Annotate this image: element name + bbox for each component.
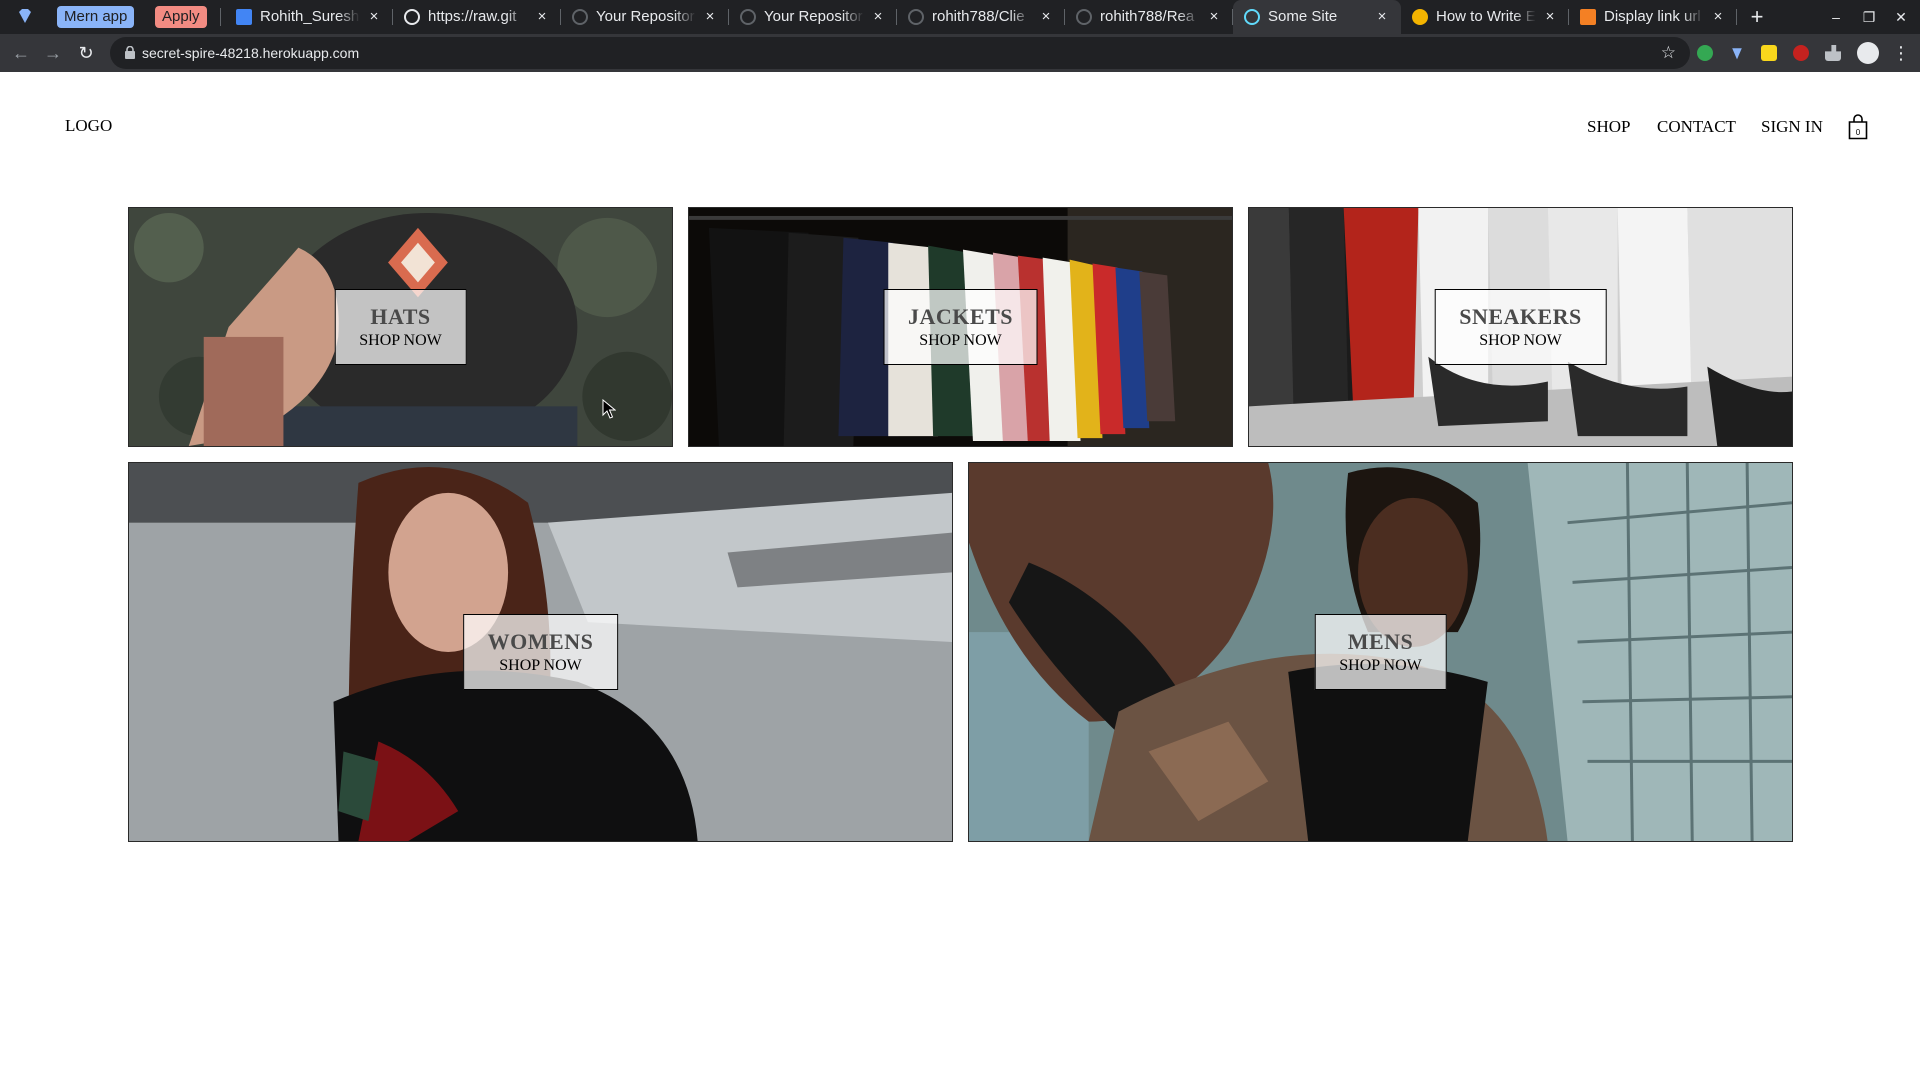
shop-now-link[interactable]: SHOP NOW bbox=[908, 332, 1013, 350]
globe-icon bbox=[404, 9, 420, 25]
tab-title: https://raw.git bbox=[428, 8, 517, 25]
category-label-box[interactable]: SNEAKERS SHOP NOW bbox=[1434, 289, 1607, 365]
browser-tab-strip: Mern app Apply Rohith_Suresh × https://r… bbox=[0, 0, 1920, 34]
tab-rohith788-react[interactable]: rohith788/Rea × bbox=[1065, 0, 1233, 34]
close-icon[interactable]: × bbox=[1709, 8, 1727, 26]
address-bar[interactable]: secret-spire-48218.herokuapp.com ☆ bbox=[110, 37, 1690, 69]
github-icon bbox=[740, 9, 756, 25]
close-icon[interactable]: × bbox=[1205, 8, 1223, 26]
category-title: JACKETS bbox=[908, 304, 1013, 329]
tab-rohith-suresh[interactable]: Rohith_Suresh × bbox=[225, 0, 393, 34]
category-title: MENS bbox=[1347, 629, 1414, 654]
tab-title: rohith788/Clie bbox=[932, 8, 1025, 25]
new-tab-button[interactable]: + bbox=[1744, 4, 1770, 30]
tab-some-site[interactable]: Some Site × bbox=[1233, 0, 1401, 34]
back-arrow-icon[interactable]: ← bbox=[9, 41, 33, 65]
forward-arrow-icon[interactable]: → bbox=[41, 41, 65, 65]
tab-title: Display link url bbox=[1604, 8, 1701, 25]
category-label-box[interactable]: HATS SHOP NOW bbox=[334, 289, 467, 365]
tab-divider bbox=[1736, 9, 1737, 25]
medium-icon bbox=[1412, 9, 1428, 25]
github-icon bbox=[572, 9, 588, 25]
category-card-womens[interactable]: WOMENS SHOP NOW bbox=[128, 462, 953, 842]
tab-title: Some Site bbox=[1268, 8, 1338, 25]
tab-your-repositories-1[interactable]: Your Repositor × bbox=[561, 0, 729, 34]
close-icon[interactable]: × bbox=[365, 8, 383, 26]
tab-group-mern-app[interactable]: Mern app bbox=[57, 6, 135, 28]
category-title: SNEAKERS bbox=[1459, 304, 1582, 329]
react-icon bbox=[1244, 9, 1260, 25]
window-close-icon[interactable]: ✕ bbox=[1890, 6, 1912, 28]
tab-search-icon[interactable] bbox=[14, 7, 36, 27]
category-card-mens[interactable]: MENS SHOP NOW bbox=[968, 462, 1793, 842]
reload-icon[interactable]: ↻ bbox=[74, 41, 98, 65]
mouse-cursor-icon bbox=[602, 399, 616, 419]
close-icon[interactable]: × bbox=[1541, 8, 1559, 26]
shop-now-link[interactable]: SHOP NOW bbox=[1339, 657, 1422, 675]
shopping-bag-icon[interactable]: 0 bbox=[1848, 114, 1868, 140]
extension-diamond-icon[interactable] bbox=[1732, 48, 1742, 60]
restore-icon[interactable]: ❐ bbox=[1858, 6, 1880, 28]
shop-now-link[interactable]: SHOP NOW bbox=[359, 332, 442, 350]
category-label-box[interactable]: JACKETS SHOP NOW bbox=[883, 289, 1038, 365]
close-icon[interactable]: × bbox=[869, 8, 887, 26]
browser-toolbar: ← → ↻ secret-spire-48218.herokuapp.com ☆… bbox=[0, 34, 1920, 72]
lock-icon bbox=[125, 46, 135, 59]
close-icon[interactable]: × bbox=[1037, 8, 1055, 26]
tab-how-to-write[interactable]: How to Write E × bbox=[1401, 0, 1569, 34]
minimize-icon[interactable]: – bbox=[1825, 6, 1847, 28]
tab-raw-github[interactable]: https://raw.git × bbox=[393, 0, 561, 34]
github-icon bbox=[908, 9, 924, 25]
nav-sign-in-link[interactable]: SIGN IN bbox=[1761, 117, 1823, 137]
github-icon bbox=[1076, 9, 1092, 25]
shop-now-link[interactable]: SHOP NOW bbox=[488, 657, 594, 675]
tab-group-divider bbox=[220, 8, 221, 26]
nav-contact-link[interactable]: CONTACT bbox=[1657, 117, 1736, 137]
ublock-icon[interactable] bbox=[1793, 45, 1809, 61]
avatar[interactable] bbox=[1857, 42, 1879, 64]
category-label-box[interactable]: MENS SHOP NOW bbox=[1314, 614, 1447, 690]
nav-shop-link[interactable]: SHOP bbox=[1587, 117, 1630, 137]
category-card-sneakers[interactable]: SNEAKERS SHOP NOW bbox=[1248, 207, 1793, 447]
category-label-box[interactable]: WOMENS SHOP NOW bbox=[462, 614, 619, 690]
category-title: WOMENS bbox=[487, 629, 594, 654]
browser-menu-icon[interactable]: ⋮ bbox=[1892, 43, 1910, 63]
extension-yellow-icon[interactable] bbox=[1761, 45, 1777, 61]
tab-title: rohith788/Rea bbox=[1100, 8, 1195, 25]
page-content: LOGO SHOP CONTACT SIGN IN 0 HATS SHOP NO… bbox=[0, 72, 1920, 1080]
tab-title: Your Repositor bbox=[764, 8, 863, 25]
close-icon[interactable]: × bbox=[533, 8, 551, 26]
stackoverflow-icon bbox=[1580, 9, 1596, 25]
site-logo[interactable]: LOGO bbox=[65, 116, 112, 136]
close-icon[interactable]: × bbox=[1373, 8, 1391, 26]
tab-title: How to Write E bbox=[1436, 8, 1536, 25]
tab-your-repositories-2[interactable]: Your Repositor × bbox=[729, 0, 897, 34]
extension-green-icon[interactable] bbox=[1697, 45, 1713, 61]
tab-display-link-url[interactable]: Display link url × bbox=[1569, 0, 1737, 34]
cart-count: 0 bbox=[1856, 128, 1861, 137]
category-title: HATS bbox=[370, 304, 431, 329]
shop-now-link[interactable]: SHOP NOW bbox=[1459, 332, 1582, 350]
category-card-hats[interactable]: HATS SHOP NOW bbox=[128, 207, 673, 447]
bookmark-star-icon[interactable]: ☆ bbox=[1661, 37, 1676, 69]
tab-title: Your Repositor bbox=[596, 8, 695, 25]
puzzle-piece-icon[interactable] bbox=[1825, 45, 1841, 61]
tab-group-apply[interactable]: Apply bbox=[155, 6, 207, 28]
url-text: secret-spire-48218.herokuapp.com bbox=[142, 45, 360, 61]
tab-title: Rohith_Suresh bbox=[260, 8, 360, 25]
tab-rohith788-client[interactable]: rohith788/Clie × bbox=[897, 0, 1065, 34]
category-card-jackets[interactable]: JACKETS SHOP NOW bbox=[688, 207, 1233, 447]
google-docs-icon bbox=[236, 9, 252, 25]
close-icon[interactable]: × bbox=[701, 8, 719, 26]
